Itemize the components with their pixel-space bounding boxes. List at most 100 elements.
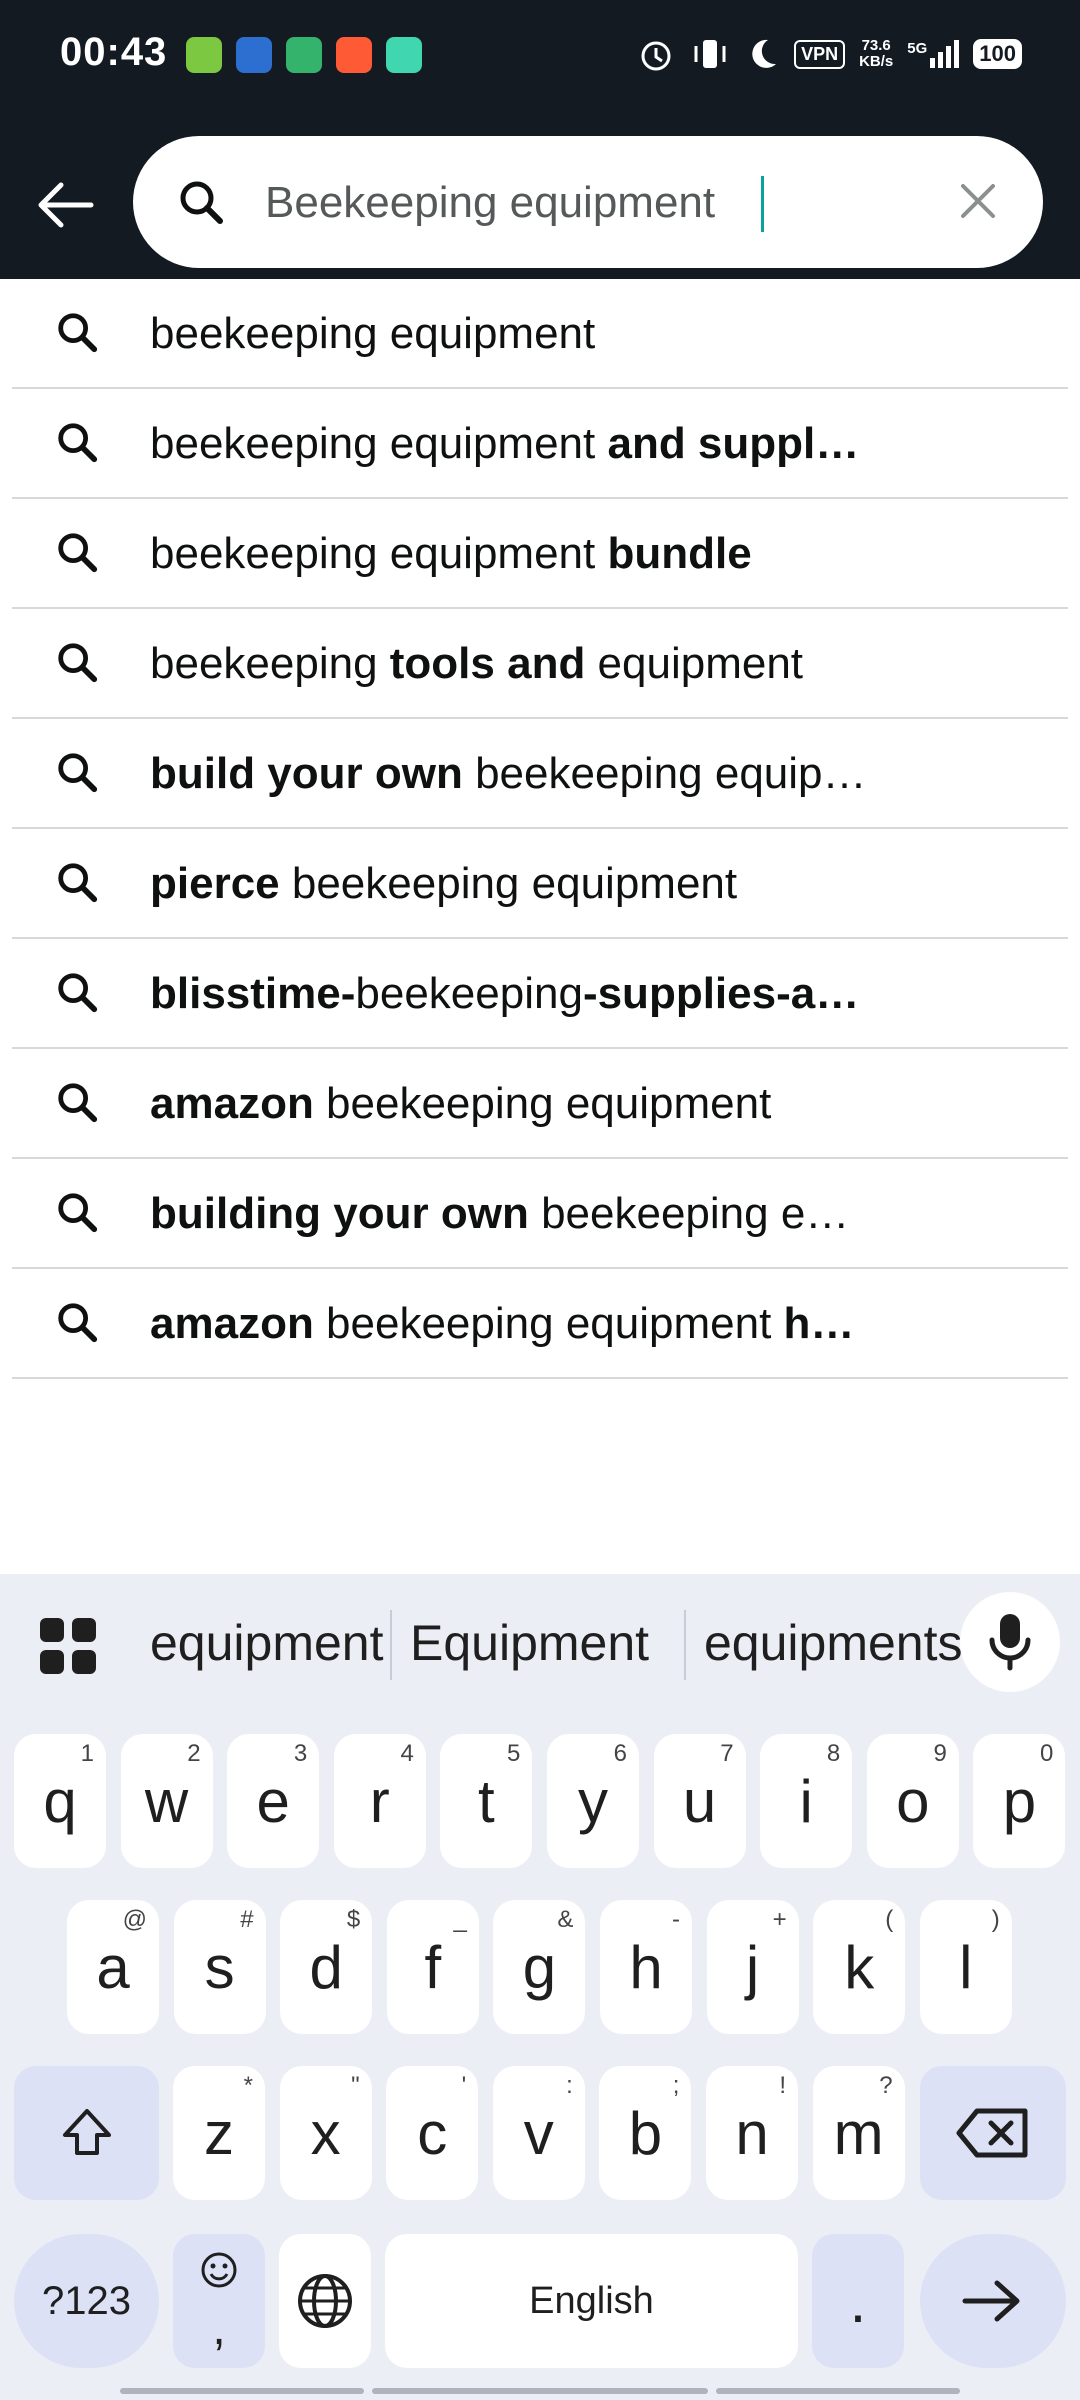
key-o[interactable]: o9 — [866, 1734, 959, 1868]
symbols-key[interactable]: ?123 — [14, 2234, 159, 2368]
divider — [684, 1610, 686, 1680]
key-r[interactable]: r4 — [333, 1734, 426, 1868]
suggestion-part: beekeeping equipment — [313, 1299, 784, 1348]
suggestion-item[interactable]: build your own beekeeping equip… — [12, 719, 1068, 829]
search-icon — [58, 643, 98, 683]
network-type: 5G — [907, 40, 928, 57]
app-notification-icon — [186, 37, 222, 73]
key-y[interactable]: y6 — [547, 1734, 639, 1868]
back-button[interactable] — [30, 170, 100, 240]
period-key[interactable]: . — [812, 2234, 904, 2368]
key-a[interactable]: a @ — [67, 1900, 159, 2034]
key-f[interactable]: f _ — [386, 1900, 479, 2034]
suggestion-bold-part: h… — [783, 1299, 855, 1348]
key-hint: 8 — [826, 1740, 841, 1767]
key-label: v — [523, 2099, 554, 2167]
emoji-comma-key[interactable]: , — [173, 2234, 265, 2368]
key-z[interactable]: z * — [173, 2066, 265, 2200]
key-c[interactable]: c ' — [386, 2066, 479, 2200]
key-label: o — [896, 1767, 930, 1835]
key-i[interactable]: i8 — [760, 1734, 853, 1868]
prediction-bar: equipment Equipment equipments — [0, 1574, 1080, 1714]
apps-grid-icon[interactable] — [38, 1616, 98, 1676]
suggestion-part: beekeeping equip… — [462, 749, 867, 798]
notification-icons — [186, 37, 422, 73]
search-input[interactable] — [263, 166, 867, 240]
key-hint: " — [351, 2072, 360, 2099]
key-j[interactable]: j + — [706, 1900, 799, 2034]
key-k[interactable]: k( — [813, 1900, 906, 2034]
suggestion-item[interactable]: beekeeping equipment — [12, 279, 1068, 389]
backspace-key[interactable] — [920, 2066, 1066, 2200]
nav-handle — [372, 2388, 708, 2394]
vpn-badge: VPN — [794, 39, 846, 69]
voice-input-button[interactable] — [960, 1592, 1060, 1692]
shift-icon — [62, 2109, 111, 2155]
key-label: a — [96, 1933, 130, 2001]
arrow-right-icon — [962, 2280, 1020, 2322]
key-hint: - — [672, 1906, 680, 1933]
nav-handle — [120, 2388, 364, 2394]
alarm-icon — [641, 41, 671, 71]
suggestion-part: beekeeping equipment — [150, 419, 608, 468]
key-label: m — [833, 2099, 884, 2167]
key-m[interactable]: m? — [812, 2066, 905, 2200]
key-v[interactable]: v: — [492, 2066, 585, 2200]
suggestion-item[interactable]: beekeeping equipment and suppl… — [12, 389, 1068, 499]
backspace-icon — [956, 2108, 1028, 2158]
enter-key[interactable] — [920, 2234, 1066, 2368]
key-s[interactable]: s # — [173, 1900, 266, 2034]
prediction-1[interactable]: equipment — [150, 1614, 384, 1672]
key-g[interactable]: g & — [493, 1900, 586, 2034]
suggestion-text: beekeeping equipment bundle — [150, 529, 950, 579]
key-hint: 9 — [933, 1740, 947, 1767]
suggestion-item[interactable]: amazon beekeeping equipment h… — [12, 1269, 1068, 1379]
key-t[interactable]: t5 — [440, 1734, 533, 1868]
key-h[interactable]: h- — [600, 1900, 692, 2034]
suggestion-item[interactable]: amazon beekeeping equipment — [12, 1049, 1068, 1159]
key-w[interactable]: w2 — [120, 1734, 213, 1868]
suggestion-item[interactable]: pierce beekeeping equipment — [12, 829, 1068, 939]
status-bar: 00:43 VPN 73.6 KB/s 5G 100 — [0, 0, 1080, 112]
search-bar[interactable] — [133, 136, 1043, 268]
key-u[interactable]: u7 — [653, 1734, 746, 1868]
suggestion-bold-part: and suppl… — [607, 419, 860, 468]
key-hint: : — [566, 2072, 573, 2099]
status-time: 00:43 — [60, 30, 168, 74]
key-e[interactable]: e3 — [227, 1734, 320, 1868]
suggestion-bold-part: blisstime- — [150, 969, 356, 1018]
suggestion-part: beekeeping e… — [528, 1189, 850, 1238]
microphone-icon — [989, 1614, 1031, 1671]
key-label: u — [682, 1767, 717, 1835]
suggestion-bold-part: pierce — [150, 859, 280, 908]
key-d[interactable]: d $ — [280, 1900, 373, 2034]
suggestion-item[interactable]: beekeeping equipment bundle — [12, 499, 1068, 609]
key-label: s — [204, 1933, 235, 2001]
key-b[interactable]: b; — [599, 2066, 692, 2200]
key-label: i — [799, 1767, 813, 1835]
key-p[interactable]: p0 — [973, 1734, 1066, 1868]
suggestion-item[interactable]: blisstime-beekeeping-supplies-a… — [12, 939, 1068, 1049]
prediction-2[interactable]: Equipment — [410, 1614, 649, 1672]
clear-search-button[interactable] — [953, 176, 1003, 226]
signal-icon: 5G — [907, 40, 960, 68]
space-key[interactable]: English — [385, 2234, 798, 2368]
key-label: d — [309, 1933, 343, 2001]
suggestion-item[interactable]: building your own beekeeping e… — [12, 1159, 1068, 1269]
key-label: w — [144, 1767, 189, 1835]
suggestion-bold-part: amazon — [150, 1299, 314, 1348]
key-label: z — [204, 2099, 234, 2167]
search-icon — [180, 181, 223, 224]
language-key[interactable] — [279, 2234, 371, 2368]
key-q[interactable]: q1 — [14, 1734, 106, 1868]
key-n[interactable]: n! — [706, 2066, 798, 2200]
key-x[interactable]: x " — [279, 2066, 372, 2200]
suggestion-item[interactable]: beekeeping tools and equipment — [12, 609, 1068, 719]
key-l[interactable]: l) — [919, 1900, 1012, 2034]
prediction-3[interactable]: equipments — [704, 1614, 963, 1672]
suggestion-text: build your own beekeeping equip… — [150, 749, 950, 799]
shift-key[interactable] — [14, 2066, 159, 2200]
key-hint: _ — [453, 1906, 467, 1933]
suggestion-bold-part: build your own — [150, 749, 463, 798]
suggestion-bold-part: bundle — [607, 529, 752, 578]
